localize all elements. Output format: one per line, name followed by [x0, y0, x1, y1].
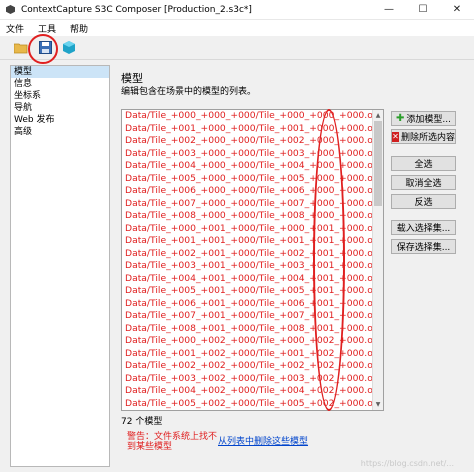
deselect-all-button[interactable]: 取消全选 — [391, 175, 456, 190]
add-model-button[interactable]: ✚ 添加模型... — [391, 111, 456, 126]
close-button[interactable]: ✕ — [440, 0, 474, 20]
plus-icon: ✚ — [396, 113, 405, 124]
model-list-item[interactable]: Data/Tile_+001_+001_+000/Tile_+001_+001_… — [122, 235, 383, 248]
scroll-up-icon[interactable]: ▲ — [373, 110, 383, 121]
watermark: https://blog.csdn.net/... — [360, 459, 454, 468]
model-list-item[interactable]: Data/Tile_+008_+001_+000/Tile_+008_+001_… — [122, 323, 383, 336]
model-list-item[interactable]: Data/Tile_+001_+000_+000/Tile_+001_+000_… — [122, 123, 383, 136]
open-folder-icon[interactable] — [12, 39, 30, 57]
menu-tools[interactable]: 工具 — [38, 22, 56, 35]
model-list-item[interactable]: Data/Tile_+006_+000_+000/Tile_+006_+000_… — [122, 185, 383, 198]
menu-help[interactable]: 帮助 — [70, 22, 88, 35]
sidebar-item-navigation[interactable]: 导航 — [11, 102, 109, 114]
delete-selection-button[interactable]: ✕ 删除所选内容 — [391, 129, 456, 144]
model-list-item[interactable]: Data/Tile_+005_+000_+000/Tile_+005_+000_… — [122, 173, 383, 186]
scroll-down-icon[interactable]: ▼ — [373, 399, 383, 410]
scroll-thumb[interactable] — [374, 121, 382, 206]
model-list-item[interactable]: Data/Tile_+002_+002_+000/Tile_+002_+002_… — [122, 360, 383, 373]
menu-file[interactable]: 文件 — [6, 22, 24, 35]
sidebar-item-coordinate-system[interactable]: 坐标系 — [11, 90, 109, 102]
model-list-item[interactable]: Data/Tile_+005_+001_+000/Tile_+005_+001_… — [122, 285, 383, 298]
menu-bar: 文件 工具 帮助 — [0, 20, 474, 36]
maximize-button[interactable]: ☐ — [406, 0, 440, 20]
model-list-item[interactable]: Data/Tile_+004_+000_+000/Tile_+004_+000_… — [122, 160, 383, 173]
model-list-item[interactable]: Data/Tile_+003_+000_+000/Tile_+003_+000_… — [122, 148, 383, 161]
sidebar-item-models[interactable]: 模型 — [11, 66, 109, 78]
model-list-item[interactable]: Data/Tile_+001_+002_+000/Tile_+001_+002_… — [122, 348, 383, 361]
model-list-item[interactable]: Data/Tile_+007_+001_+000/Tile_+007_+001_… — [122, 310, 383, 323]
model-count: 72 个模型 — [121, 417, 163, 427]
model-list-item[interactable]: Data/Tile_+000_+002_+000/Tile_+000_+002_… — [122, 335, 383, 348]
model-list-item[interactable]: Data/Tile_+002_+000_+000/Tile_+002_+000_… — [122, 135, 383, 148]
sidebar: 模型 信息 坐标系 导航 Web 发布 高级 — [10, 65, 110, 467]
model-list-item[interactable]: Data/Tile_+002_+001_+000/Tile_+002_+001_… — [122, 248, 383, 261]
sidebar-item-advanced[interactable]: 高级 — [11, 126, 109, 138]
section-description: 编辑包含在场景中的模型的列表。 — [121, 87, 257, 97]
model-list-item[interactable]: Data/Tile_+003_+001_+000/Tile_+003_+001_… — [122, 260, 383, 273]
missing-models-warning: 警告：文件系统上找不到某些模型 — [127, 432, 218, 452]
main-panel: 模型 编辑包含在场景中的模型的列表。 Data/Tile_+000_+000_+… — [115, 65, 470, 467]
title-bar: ContextCapture S3C Composer [Production_… — [0, 0, 474, 20]
publish-icon[interactable] — [60, 39, 78, 57]
toolbar — [0, 36, 474, 60]
model-list[interactable]: Data/Tile_+000_+000_+000/Tile_+000_+000_… — [121, 109, 384, 411]
model-list-item[interactable]: Data/Tile_+004_+002_+000/Tile_+004_+002_… — [122, 385, 383, 398]
add-model-label: 添加模型... — [406, 115, 451, 125]
delete-icon: ✕ — [392, 131, 399, 142]
delete-selection-label: 删除所选内容 — [400, 133, 455, 143]
model-list-scrollbar[interactable]: ▲ ▼ — [372, 110, 383, 410]
sidebar-item-web-publish[interactable]: Web 发布 — [11, 114, 109, 126]
model-list-item[interactable]: Data/Tile_+005_+002_+000/Tile_+005_+002_… — [122, 398, 383, 411]
invert-selection-button[interactable]: 反选 — [391, 194, 456, 209]
model-list-item[interactable]: Data/Tile_+000_+000_+000/Tile_+000_+000_… — [122, 110, 383, 123]
load-selection-button[interactable]: 载入选择集... — [391, 220, 456, 235]
model-list-item[interactable]: Data/Tile_+000_+001_+000/Tile_+000_+001_… — [122, 223, 383, 236]
model-list-item[interactable]: Data/Tile_+006_+001_+000/Tile_+006_+001_… — [122, 298, 383, 311]
app-icon — [6, 5, 15, 14]
minimize-button[interactable]: — — [372, 0, 406, 20]
model-list-item[interactable]: Data/Tile_+004_+001_+000/Tile_+004_+001_… — [122, 273, 383, 286]
model-list-item[interactable]: Data/Tile_+007_+000_+000/Tile_+007_+000_… — [122, 198, 383, 211]
save-icon[interactable] — [36, 39, 54, 57]
window-title: ContextCapture S3C Composer [Production_… — [21, 4, 252, 15]
remove-missing-link[interactable]: 从列表中删除这些模型 — [218, 434, 308, 447]
sidebar-item-info[interactable]: 信息 — [11, 78, 109, 90]
select-all-button[interactable]: 全选 — [391, 156, 456, 171]
model-list-item[interactable]: Data/Tile_+003_+002_+000/Tile_+003_+002_… — [122, 373, 383, 386]
save-selection-button[interactable]: 保存选择集... — [391, 239, 456, 254]
model-list-item[interactable]: Data/Tile_+008_+000_+000/Tile_+008_+000_… — [122, 210, 383, 223]
